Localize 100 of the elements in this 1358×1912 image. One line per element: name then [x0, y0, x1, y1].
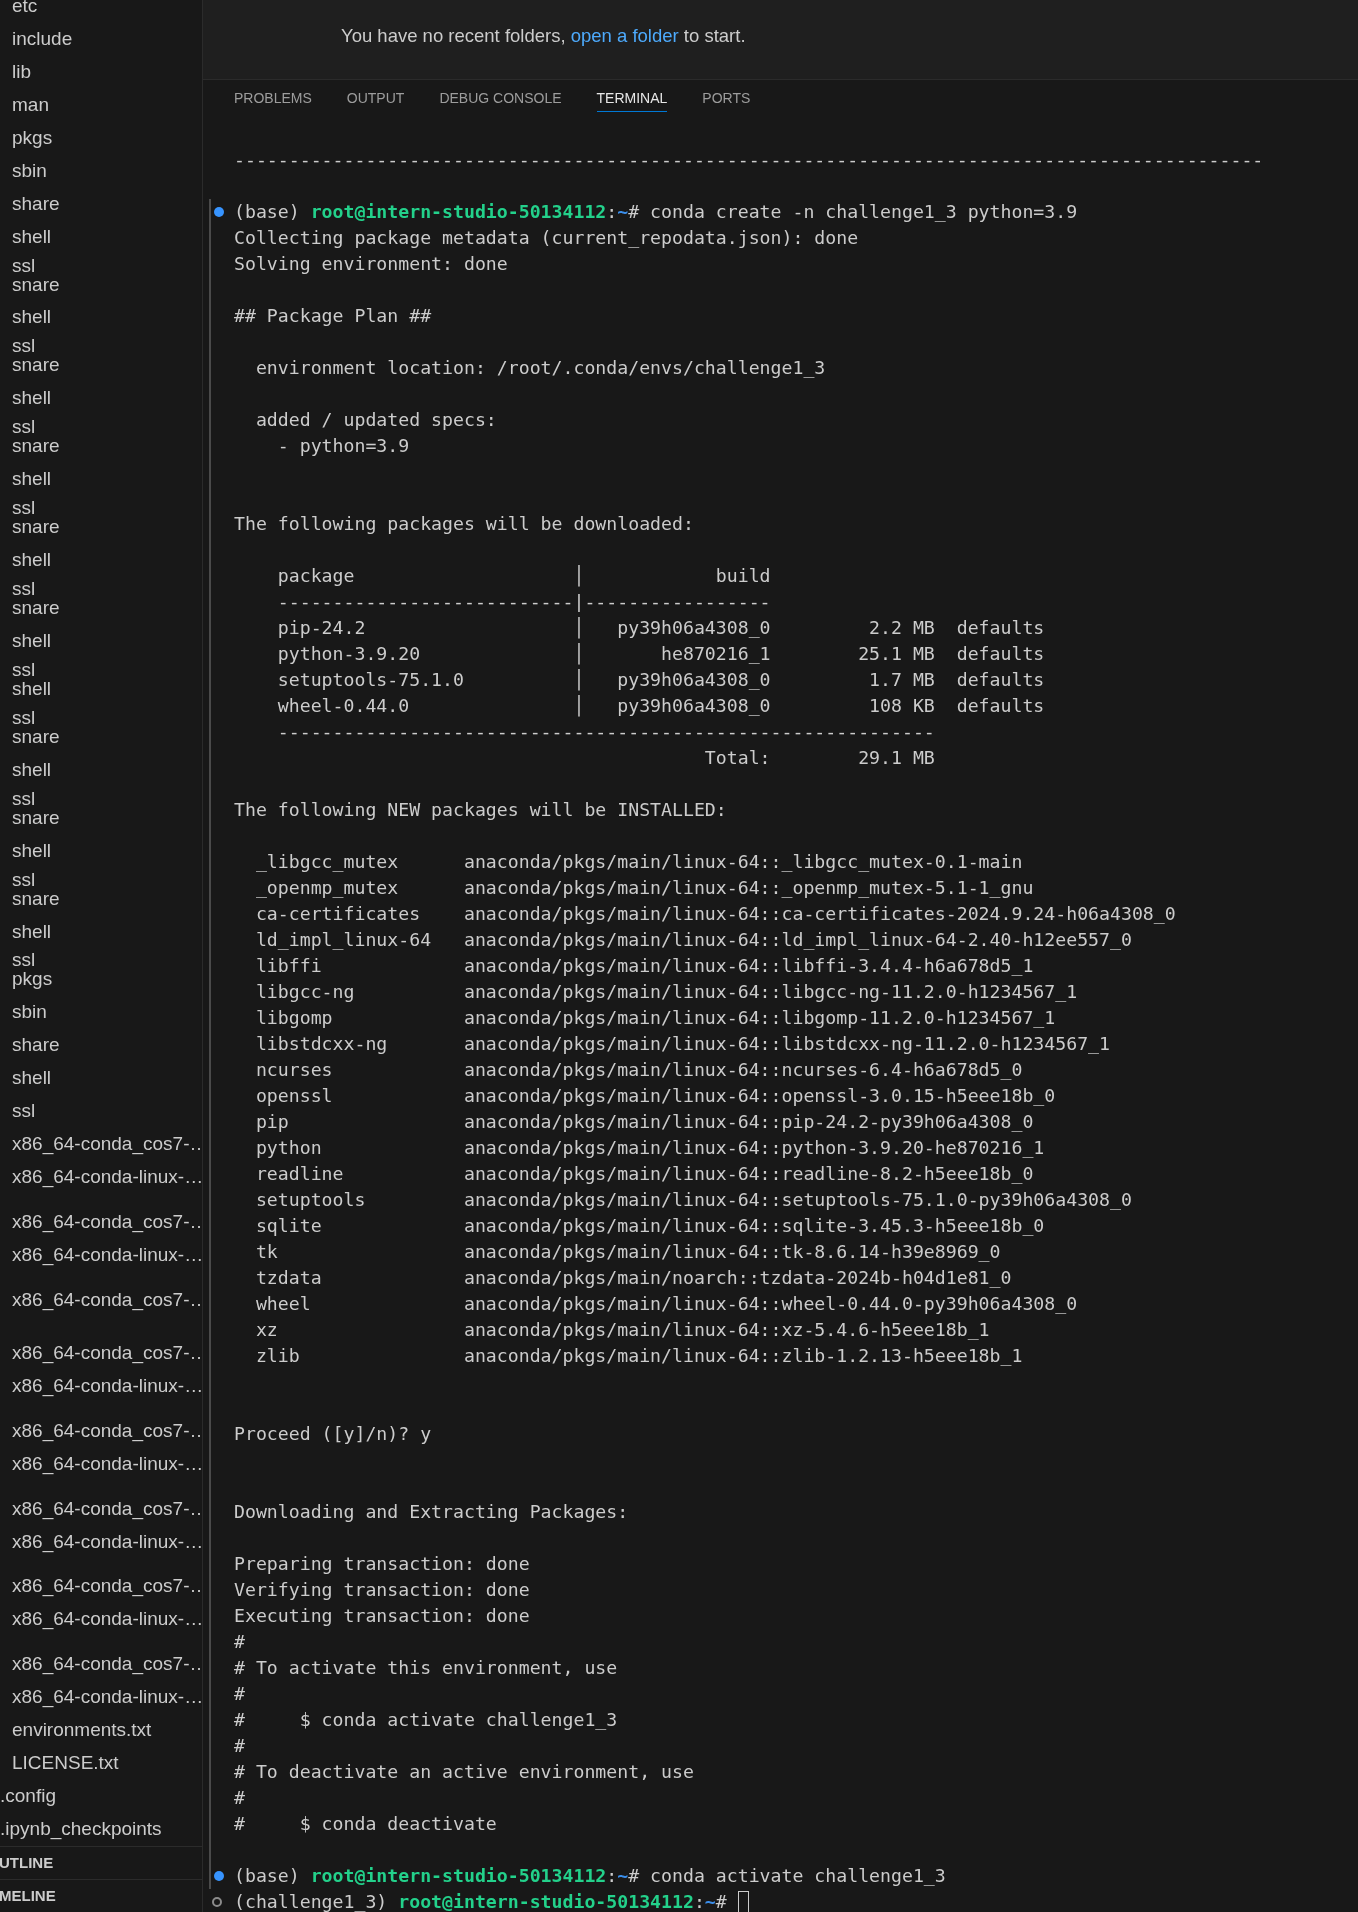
command-status-icon[interactable]: [214, 1871, 224, 1881]
file-tree-item[interactable]: ssl: [12, 335, 36, 357]
terminal-line: #: [234, 1734, 245, 1759]
file-tree-item[interactable]: x86_64-conda-linux-…: [12, 1452, 202, 1474]
panel-tab[interactable]: TERMINAL: [596, 90, 668, 112]
file-tree-item[interactable]: ssl: [12, 787, 36, 809]
file-tree-item[interactable]: x86_64-conda-linux-…: [12, 1608, 202, 1630]
file-tree-item[interactable]: ssl: [12, 868, 36, 890]
file-tree-item[interactable]: x86_64-conda_cos7-…: [12, 1575, 202, 1597]
terminal-line: - python=3.9: [276, 434, 410, 459]
file-tree-item[interactable]: shell: [12, 468, 52, 490]
terminal-line: Collecting package metadata (current_repodata.json): done: [234, 226, 859, 251]
open-folder-link[interactable]: open a folder: [570, 25, 679, 46]
terminal-line: libgomp anaconda/pkgs/main/linux-64::libgomp-11.2.0-h1234567_1: [254, 1006, 1056, 1031]
terminal-line: sqlite anaconda/pkgs/main/linux-64::sqlite-3.45.3-h5eee18b_0: [254, 1214, 1045, 1239]
file-tree-item[interactable]: ssl: [12, 254, 36, 276]
command-status-icon[interactable]: [214, 207, 224, 217]
file-tree-item[interactable]: x86_64-conda_cos7-…: [12, 1497, 202, 1519]
file-tree-item[interactable]: snare: [12, 597, 60, 618]
terminal-line: _libgcc_mutex anaconda/pkgs/main/linux-64::_libgcc_mutex-0.1-main: [254, 850, 1023, 875]
terminal-line: (challenge1_3) root@intern-studio-50134112:~#: [234, 1890, 727, 1912]
terminal-line: # $ conda deactivate: [234, 1812, 497, 1837]
panel-tab[interactable]: OUTPUT: [346, 90, 405, 112]
terminal-line: Preparing transaction: done: [234, 1552, 530, 1577]
file-tree-item[interactable]: ssl: [12, 416, 36, 438]
panel-tab[interactable]: DEBUG CONSOLE: [439, 90, 562, 112]
file-tree-item[interactable]: shell: [12, 306, 52, 328]
file-tree-item[interactable]: shell: [12, 920, 52, 942]
file-tree-item[interactable]: include: [12, 27, 73, 49]
file-tree-item[interactable]: x86_64-conda_cos7-…: [12, 1288, 202, 1310]
file-tree-item[interactable]: .config: [0, 1785, 56, 1807]
section-header[interactable]: UTLINE: [0, 1851, 54, 1875]
terminal-line: ----------------------------------------------------------------------------------------------: [234, 148, 1264, 173]
file-tree-item[interactable]: snare: [12, 516, 60, 538]
file-tree-item[interactable]: ssl: [12, 1100, 36, 1122]
terminal-line: tzdata anaconda/pkgs/main/noarch::tzdata-2024b-h04d1e81_0: [254, 1266, 1012, 1291]
file-tree-item[interactable]: snare: [12, 725, 60, 747]
file-tree-item[interactable]: x86_64-conda_cos7-…: [12, 1653, 202, 1675]
file-tree-item[interactable]: share: [12, 192, 60, 214]
file-tree-item[interactable]: x86_64-conda-linux-…: [12, 1530, 202, 1552]
file-tree-item[interactable]: ssl: [12, 658, 36, 680]
panel-tab[interactable]: PORTS: [702, 90, 751, 112]
file-tree-item[interactable]: shell: [12, 1067, 52, 1089]
file-tree-item[interactable]: snare: [12, 435, 60, 457]
terminal-line: #: [234, 1786, 245, 1811]
terminal-line: #: [234, 1630, 245, 1655]
file-tree-item[interactable]: pkgs: [12, 968, 53, 990]
terminal-line: ------------------------------------------------------------: [276, 720, 935, 745]
file-tree-item[interactable]: ssl: [12, 706, 36, 728]
terminal-line: Executing transaction: done: [234, 1604, 530, 1629]
file-tree-item[interactable]: ssl: [12, 497, 36, 519]
file-tree-item[interactable]: shell: [12, 387, 52, 409]
terminal-line: wheel-0.44.0 │ py39h06a4308_0 108 KB defaults: [276, 694, 1045, 719]
file-tree-item[interactable]: snare: [12, 273, 60, 295]
file-tree-item[interactable]: sbin: [12, 159, 47, 181]
terminal-line: (base) root@intern-studio-50134112:~# conda create -n challenge1_3 python=3.9: [234, 200, 1078, 225]
file-tree-item[interactable]: .ipynb_checkpoints: [0, 1818, 162, 1839]
terminal-line: package │ build: [276, 564, 771, 589]
terminal-line: environment location: /root/.conda/envs/challenge1_3: [254, 356, 826, 381]
terminal-line: setuptools anaconda/pkgs/main/linux-64::setuptools-75.1.0-py39h06a4308_0: [254, 1188, 1132, 1213]
terminal-line: Verifying transaction: done: [234, 1578, 530, 1603]
file-tree-item[interactable]: shell: [12, 839, 52, 861]
file-tree-item[interactable]: environments.txt: [12, 1719, 152, 1741]
file-tree-item[interactable]: shell: [12, 758, 52, 780]
terminal-line: Downloading and Extracting Packages:: [234, 1500, 629, 1525]
file-tree-item[interactable]: share: [12, 1034, 60, 1056]
file-tree-item[interactable]: x86_64-conda-linux-…: [12, 1686, 202, 1708]
terminal-line: setuptools-75.1.0 │ py39h06a4308_0 1.7 MB defaults: [276, 668, 1045, 693]
file-tree-item[interactable]: snare: [12, 806, 60, 828]
file-tree-item[interactable]: shell: [12, 677, 52, 699]
file-tree-item[interactable]: snare: [12, 354, 60, 376]
file-tree-item[interactable]: LICENSE.txt: [12, 1752, 119, 1774]
file-tree-item[interactable]: x86_64-conda_cos7-…: [12, 1211, 202, 1232]
file-tree-item[interactable]: sbin: [12, 1001, 47, 1023]
file-tree-item[interactable]: x86_64-conda_cos7-…: [12, 1341, 202, 1363]
file-tree-item[interactable]: x86_64-conda_cos7-…: [12, 1133, 202, 1155]
file-tree-item[interactable]: ssl: [12, 949, 36, 971]
file-tree-item[interactable]: pkgs: [12, 126, 53, 148]
file-tree-item[interactable]: man: [12, 93, 49, 115]
terminal-line: libffi anaconda/pkgs/main/linux-64::libffi-3.4.4-h6a678d5_1: [254, 954, 1034, 979]
file-tree-item[interactable]: shell: [12, 629, 52, 651]
file-tree-item[interactable]: x86_64-conda-linux-…: [12, 1166, 202, 1188]
terminal-line: python anaconda/pkgs/main/linux-64::python-3.9.20-he870216_1: [254, 1136, 1045, 1161]
file-tree-item[interactable]: lib: [12, 60, 31, 82]
terminal-line: pip anaconda/pkgs/main/linux-64::pip-24.2-py39h06a4308_0: [254, 1110, 1034, 1135]
terminal-line: ---------------------------|-----------------: [276, 590, 771, 615]
file-tree-item[interactable]: shell: [12, 225, 52, 247]
command-status-icon[interactable]: [212, 1897, 222, 1907]
file-tree-item[interactable]: x86_64-conda-linux-…: [12, 1374, 202, 1396]
file-tree-item[interactable]: etc: [12, 0, 38, 16]
file-tree-item[interactable]: x86_64-conda-linux-…: [12, 1243, 202, 1265]
file-tree-item[interactable]: ssl: [12, 578, 36, 599]
file-tree-item[interactable]: snare: [12, 887, 60, 909]
terminal-line: Total: 29.1 MB: [703, 746, 935, 771]
section-header[interactable]: MELINE: [0, 1884, 56, 1908]
terminal-line: The following packages will be downloaded:: [234, 512, 694, 537]
panel-tab[interactable]: PROBLEMS: [234, 90, 312, 112]
file-tree-item[interactable]: x86_64-conda_cos7-…: [12, 1419, 202, 1441]
terminal-line: python-3.9.20 │ he870216_1 25.1 MB defaults: [276, 642, 1045, 667]
file-tree-item[interactable]: shell: [12, 549, 52, 571]
